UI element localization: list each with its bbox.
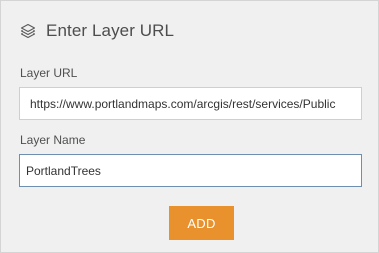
layer-name-input[interactable] [19,154,362,187]
layer-url-input[interactable] [19,87,362,120]
layer-url-label: Layer URL [20,66,78,80]
add-button[interactable]: ADD [169,206,234,240]
layers-icon [20,23,36,39]
enter-layer-url-panel: Enter Layer URL Layer URL Layer Name ADD [0,0,379,253]
layer-name-label: Layer Name [20,133,86,147]
panel-title: Enter Layer URL [46,21,175,40]
panel-header: Enter Layer URL [20,19,174,43]
